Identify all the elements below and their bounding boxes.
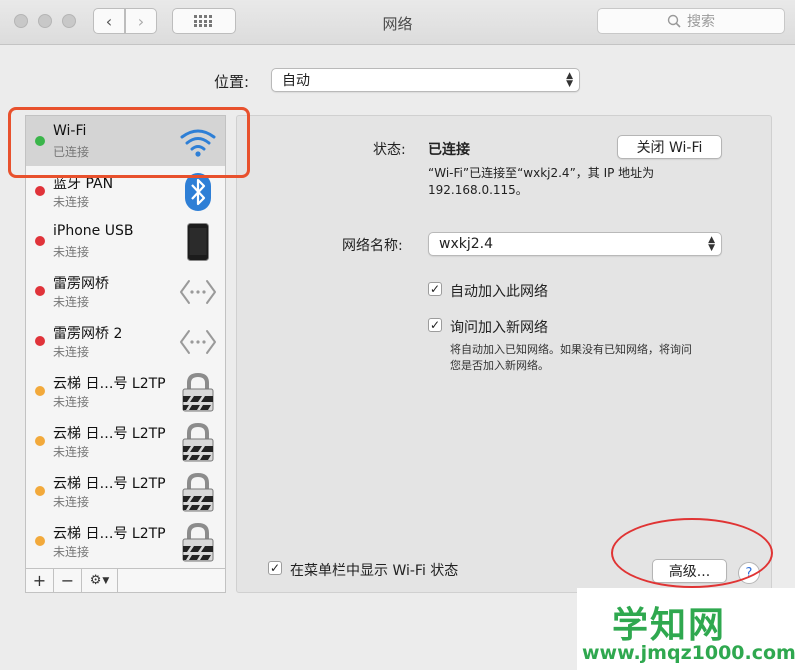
- service-status: 未连接: [53, 345, 90, 359]
- network-name-select[interactable]: wxkj2.4 ▲ ▼: [428, 232, 722, 256]
- status-dot-red: [35, 186, 45, 196]
- status-dot-red: [35, 336, 45, 346]
- auto-join-checkbox[interactable]: ✓: [428, 282, 442, 296]
- network-name-value: wxkj2.4: [439, 236, 493, 252]
- title-bar: ‹ › 网络 搜索: [0, 0, 795, 45]
- auto-join-label: 自动加入此网络: [450, 284, 548, 300]
- status-label: 状态:: [373, 142, 406, 158]
- status-dot-orange: [35, 536, 45, 546]
- lock-icon: [178, 472, 218, 512]
- turn-off-wifi-button[interactable]: 关闭 Wi-Fi: [617, 135, 722, 159]
- chevron-down-icon: ▼: [102, 575, 110, 586]
- lock-icon: [178, 372, 218, 412]
- service-status: 未连接: [53, 195, 90, 209]
- status-dot-orange: [35, 436, 45, 446]
- show-in-menubar-checkbox[interactable]: ✓: [268, 561, 282, 575]
- bluetooth-icon: [178, 172, 218, 212]
- ask-join-label: 询问加入新网络: [450, 320, 548, 336]
- remove-service-button[interactable]: −: [54, 569, 82, 592]
- network-name-label: 网络名称:: [342, 238, 403, 254]
- service-list-toolbar: + − ⚙ ▼: [25, 569, 226, 593]
- service-item-thunderbolt-bridge-2[interactable]: 雷雳网桥 2 未连接: [26, 316, 225, 366]
- service-name: iPhone USB: [53, 223, 134, 239]
- watermark-url: www.jmqz1000.com: [582, 642, 795, 664]
- service-status: 未连接: [53, 445, 90, 459]
- updown-arrows-icon: ▲ ▼: [566, 71, 573, 89]
- updown-arrows-icon: ▲ ▼: [708, 235, 715, 253]
- action-menu-button[interactable]: ⚙ ▼: [82, 569, 118, 592]
- minus-icon: −: [60, 571, 75, 590]
- ask-join-description-1: 将自动加入已知网络。如果没有已知网络，将询问: [450, 343, 692, 356]
- service-list[interactable]: Wi-Fi 已连接 蓝牙 PAN 未连接 iPhone USB 未连接 雷雳网桥…: [25, 115, 226, 569]
- status-dot-orange: [35, 486, 45, 496]
- bridge-icon: [178, 272, 218, 312]
- service-status: 未连接: [53, 395, 90, 409]
- ip-address: 192.168.0.115。: [428, 183, 528, 197]
- plus-icon: +: [32, 571, 47, 590]
- service-item-l2tp-vpn[interactable]: 云梯 日…号 L2TP 未连接: [26, 366, 225, 416]
- search-icon: [667, 14, 681, 28]
- status-description: “Wi-Fi”已连接至“wxkj2.4”，其 IP 地址为: [428, 166, 655, 180]
- gear-icon: ⚙: [89, 573, 102, 588]
- location-value: 自动: [282, 73, 310, 89]
- service-item-l2tp-vpn[interactable]: 云梯 日…号 L2TP 未连接: [26, 416, 225, 466]
- service-status: 未连接: [53, 245, 90, 259]
- service-status: 未连接: [53, 495, 90, 509]
- service-name: 云梯 日…号 L2TP: [53, 426, 166, 442]
- bridge-icon: [178, 322, 218, 362]
- service-name: 云梯 日…号 L2TP: [53, 526, 166, 542]
- status-dot-orange: [35, 386, 45, 396]
- location-label: 位置:: [214, 73, 250, 91]
- service-name: 云梯 日…号 L2TP: [53, 476, 166, 492]
- service-item-l2tp-vpn[interactable]: 云梯 日…号 L2TP 未连接: [26, 516, 225, 566]
- service-item-iphone-usb[interactable]: iPhone USB 未连接: [26, 216, 225, 266]
- location-select[interactable]: 自动 ▲ ▼: [271, 68, 580, 92]
- status-dot-red: [35, 286, 45, 296]
- service-name: 云梯 日…号 L2TP: [53, 376, 166, 392]
- show-in-menubar-label: 在菜单栏中显示 Wi-Fi 状态: [290, 563, 459, 579]
- service-status: 未连接: [53, 295, 90, 309]
- lock-icon: [178, 522, 218, 562]
- ask-join-checkbox[interactable]: ✓: [428, 318, 442, 332]
- status-value: 已连接: [428, 142, 470, 158]
- status-dot-red: [35, 236, 45, 246]
- add-service-button[interactable]: +: [26, 569, 54, 592]
- watermark-title: 学知网: [612, 605, 727, 646]
- search-field[interactable]: 搜索: [597, 8, 785, 34]
- lock-icon: [178, 422, 218, 462]
- service-name: 雷雳网桥 2: [53, 326, 123, 342]
- service-name: 雷雳网桥: [53, 276, 109, 292]
- wifi-highlight-rectangle: [8, 107, 250, 178]
- iphone-icon: [178, 222, 218, 262]
- service-item-thunderbolt-bridge[interactable]: 雷雳网桥 未连接: [26, 266, 225, 316]
- ask-join-description-2: 您是否加入新网络。: [450, 359, 549, 372]
- advanced-highlight-ellipse: [611, 518, 773, 588]
- service-item-l2tp-vpn[interactable]: 云梯 日…号 L2TP 未连接: [26, 466, 225, 516]
- service-status: 未连接: [53, 545, 90, 559]
- search-placeholder: 搜索: [687, 14, 715, 30]
